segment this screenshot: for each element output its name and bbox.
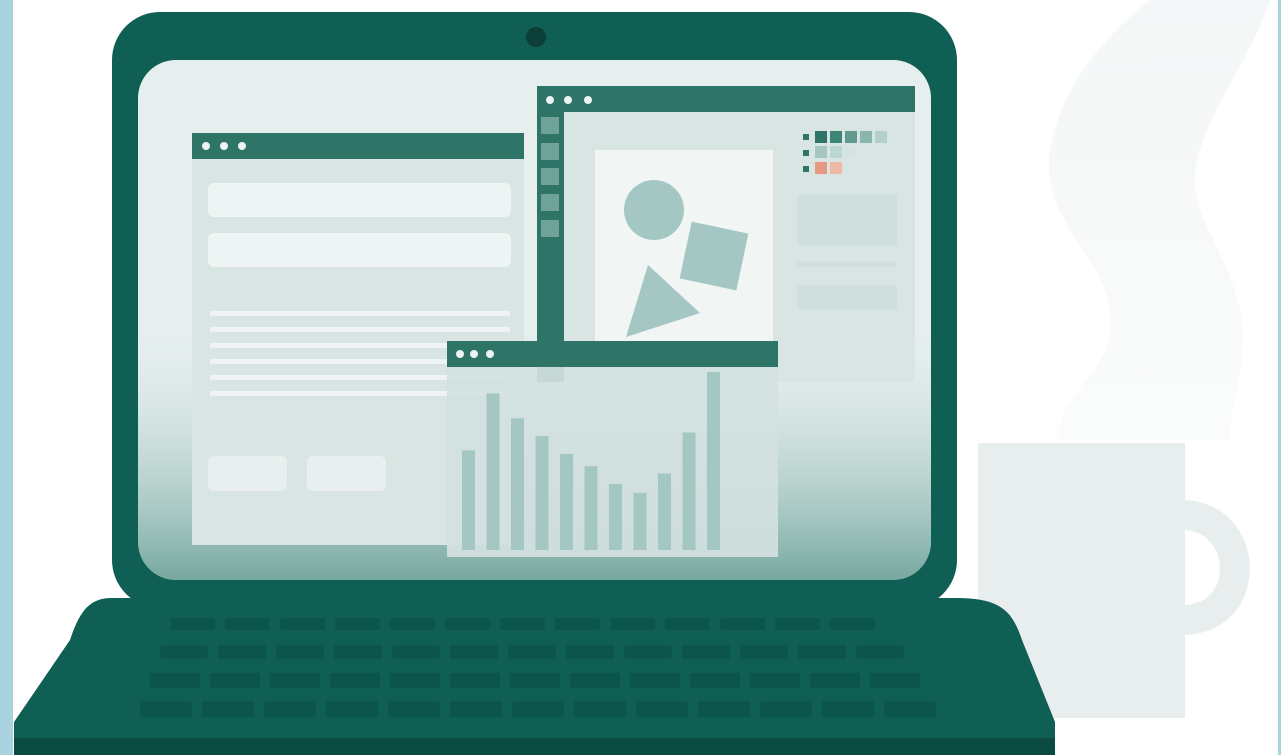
laptop-illustration — [14, 0, 1270, 755]
steam-icon — [1048, 0, 1270, 440]
chart-bar — [707, 372, 720, 550]
chart-bar — [609, 484, 622, 550]
laptop-base — [14, 598, 1055, 755]
chart-bar — [486, 393, 500, 550]
chart-bar — [560, 453, 573, 550]
circle-shape-icon — [624, 180, 684, 240]
properties-panel — [797, 195, 897, 245]
form-field — [208, 233, 511, 267]
properties-panel — [797, 285, 897, 309]
chart-bar — [682, 432, 696, 550]
window-dots-icon — [202, 142, 246, 150]
illustration-stage — [0, 0, 1281, 755]
chart-bar — [462, 450, 475, 550]
properties-panel — [797, 262, 897, 267]
form-button — [307, 456, 386, 491]
window-dots-icon — [456, 350, 494, 358]
form-field — [208, 183, 511, 217]
chart-bar — [658, 473, 671, 550]
square-shape-icon — [679, 221, 749, 291]
chart-bar — [511, 418, 524, 550]
image-editor-window — [537, 86, 915, 382]
chart-bar — [633, 493, 647, 550]
form-button — [208, 456, 287, 491]
chart-bar — [535, 436, 549, 550]
chart-window — [447, 341, 778, 557]
camera-icon — [526, 27, 546, 47]
chart-bar — [584, 466, 598, 550]
